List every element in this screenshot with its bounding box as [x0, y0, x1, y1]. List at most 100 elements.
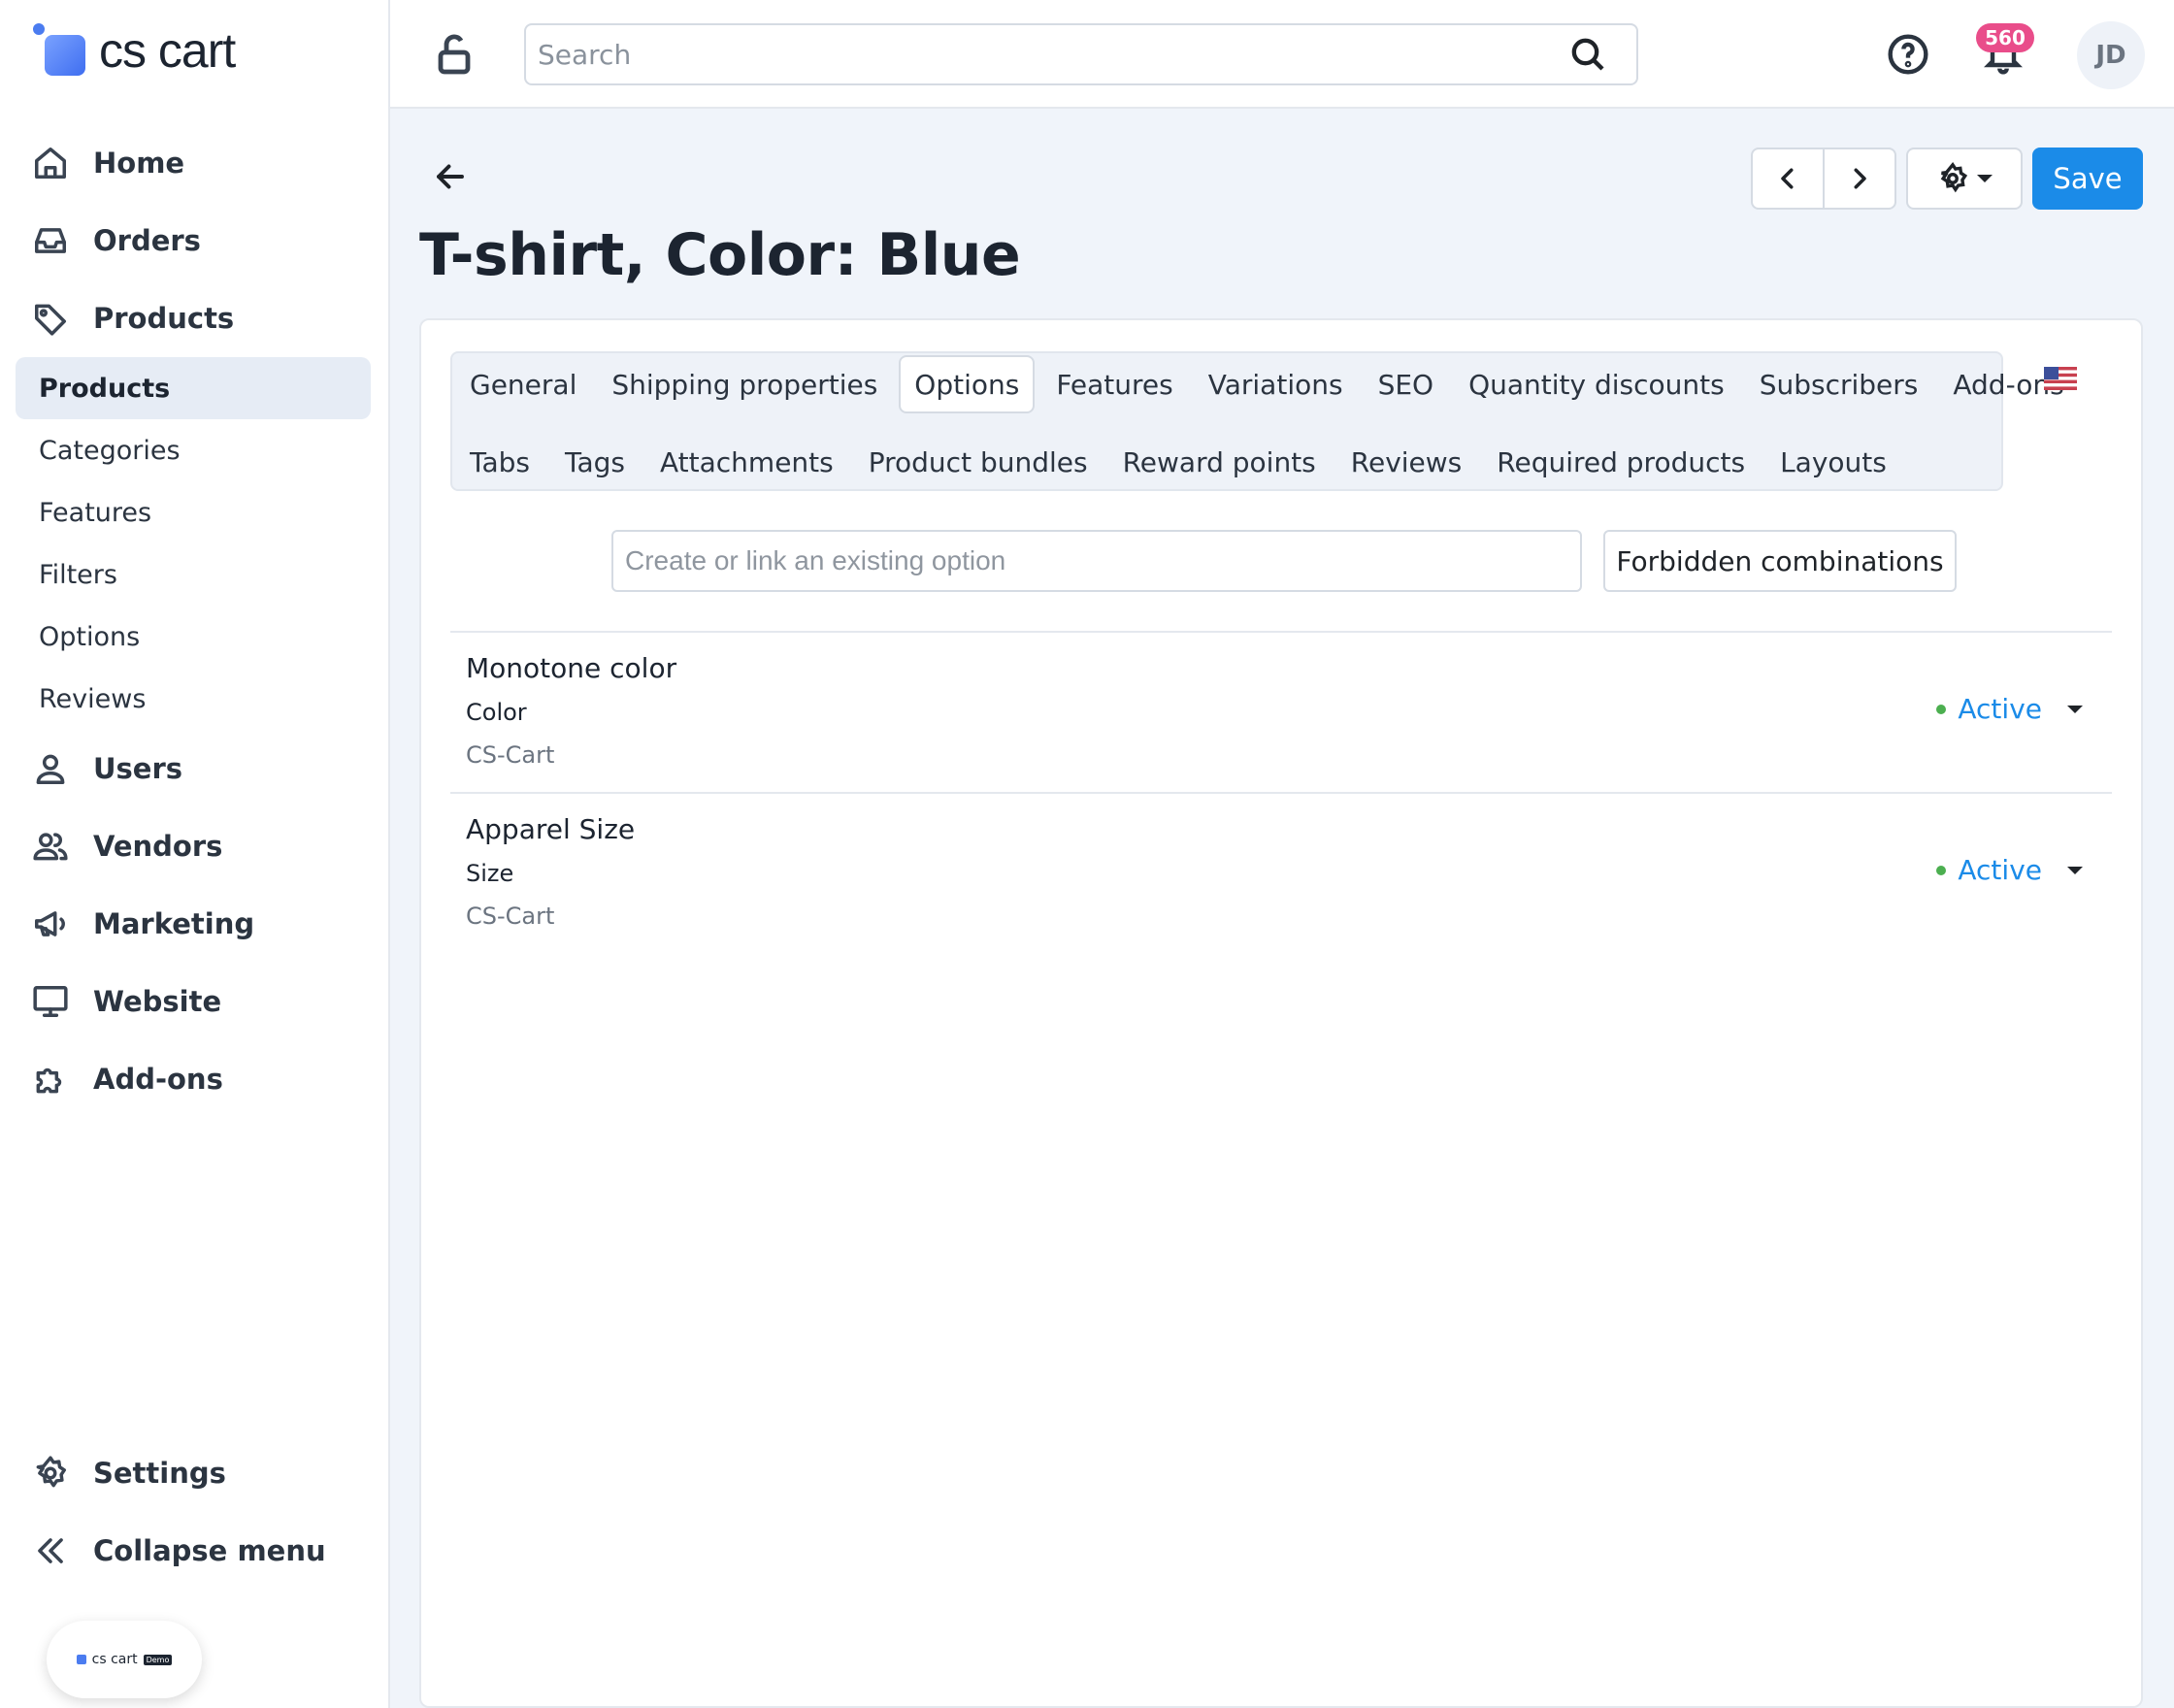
monitor-icon	[31, 982, 70, 1021]
sidebar-subitem-label: Reviews	[39, 683, 147, 714]
option-row[interactable]: Apparel Size Size CS-Cart Active	[450, 792, 2112, 953]
sidebar-item-label: Users	[93, 752, 183, 785]
sidebar-subitem-reviews[interactable]: Reviews	[16, 668, 371, 730]
logo-text: cs cart	[99, 23, 236, 78]
tab-row-2: Tabs Tags Attachments Product bundles Re…	[452, 431, 1904, 493]
sidebar-item-label: Orders	[93, 224, 201, 257]
sidebar-item-vendors[interactable]: Vendors	[0, 807, 388, 885]
tab-tabs[interactable]: Tabs	[452, 433, 547, 491]
tab-general[interactable]: General	[452, 355, 594, 413]
demo-badge: Demo	[143, 1654, 173, 1665]
sidebar-item-label: Website	[93, 985, 222, 1018]
inbox-icon	[31, 221, 70, 260]
sidebar-item-products[interactable]: Products	[0, 279, 388, 357]
tab-variations[interactable]: Variations	[1191, 355, 1361, 413]
product-card: General Shipping properties Options Feat…	[419, 318, 2143, 1708]
tab-features[interactable]: Features	[1038, 355, 1190, 413]
option-internal-name: Size	[466, 860, 514, 887]
option-name[interactable]: Apparel Size	[466, 813, 635, 845]
double-chevron-left-icon	[31, 1531, 70, 1570]
tab-seo[interactable]: SEO	[1361, 355, 1452, 413]
sidebar-item-label: Marketing	[93, 907, 255, 940]
search-input[interactable]	[526, 25, 1497, 83]
notification-count-badge: 560	[1976, 23, 2034, 52]
sidebar-item-label: Add-ons	[93, 1063, 223, 1096]
sidebar-subitem-label: Features	[39, 497, 152, 528]
sidebar-item-home[interactable]: Home	[0, 124, 388, 202]
prev-next-group	[1751, 148, 1896, 210]
tab-options[interactable]: Options	[899, 355, 1036, 413]
help-icon[interactable]	[1887, 33, 1929, 76]
status-dropdown[interactable]: Active	[1936, 693, 2083, 725]
status-dropdown[interactable]: Active	[1936, 854, 2083, 886]
caret-down-icon	[2067, 705, 2083, 713]
search-box	[524, 23, 1638, 85]
forbidden-combinations-button[interactable]: Forbidden combinations	[1603, 530, 1957, 592]
option-name[interactable]: Monotone color	[466, 652, 676, 684]
sidebar-subitem-categories[interactable]: Categories	[16, 419, 371, 481]
back-arrow-icon[interactable]	[433, 159, 468, 194]
home-icon	[31, 144, 70, 182]
tab-shipping-properties[interactable]: Shipping properties	[594, 355, 895, 413]
sidebar-item-label: Vendors	[93, 830, 223, 863]
create-option-input[interactable]	[611, 530, 1582, 592]
status-label: Active	[1958, 854, 2042, 886]
sidebar-item-marketing[interactable]: Marketing	[0, 885, 388, 963]
sidebar-bottom: Settings Collapse menu	[0, 1434, 388, 1590]
next-product-button[interactable]	[1823, 149, 1894, 208]
option-internal-name: Color	[466, 699, 527, 726]
sidebar-subitem-label: Options	[39, 621, 141, 652]
chevron-right-icon	[1854, 168, 1866, 189]
status-dot	[1936, 704, 1947, 714]
tab-reviews[interactable]: Reviews	[1334, 433, 1480, 491]
sidebar-subitem-filters[interactable]: Filters	[16, 543, 371, 606]
sidebar-item-label: Collapse menu	[93, 1534, 326, 1567]
tab-attachments[interactable]: Attachments	[642, 433, 851, 491]
chevron-left-icon	[1781, 168, 1794, 189]
sidebar-nav: Home Orders Products Products Categories…	[0, 124, 388, 1118]
gear-icon	[1940, 162, 1968, 193]
puzzle-icon	[31, 1060, 70, 1099]
sidebar-item-settings[interactable]: Settings	[0, 1434, 388, 1512]
tab-product-bundles[interactable]: Product bundles	[851, 433, 1105, 491]
logo[interactable]: cs cart	[31, 21, 236, 80]
collapse-menu-button[interactable]: Collapse menu	[0, 1512, 388, 1590]
tag-icon	[31, 299, 70, 338]
save-button[interactable]: Save	[2032, 148, 2143, 210]
option-row[interactable]: Monotone color Color CS-Cart Active	[450, 631, 2112, 792]
sidebar: cs cart Home Orders Products Products Ca…	[0, 0, 390, 1708]
sidebar-subitem-label: Categories	[39, 435, 181, 466]
tab-subscribers[interactable]: Subscribers	[1742, 355, 1936, 413]
avatar[interactable]: JD	[2077, 21, 2145, 89]
status-label: Active	[1958, 693, 2042, 725]
tab-layouts[interactable]: Layouts	[1762, 433, 1904, 491]
users-icon	[31, 827, 70, 866]
us-flag-icon[interactable]	[2044, 367, 2077, 390]
sidebar-subitem-label: Filters	[39, 559, 117, 590]
caret-down-icon	[1977, 175, 1993, 182]
sidebar-item-orders[interactable]: Orders	[0, 202, 388, 279]
option-vendor: CS-Cart	[466, 903, 555, 930]
demo-logo-text: cs cart	[91, 1652, 138, 1667]
sidebar-subitem-products[interactable]: Products	[16, 357, 371, 419]
option-vendor: CS-Cart	[466, 741, 555, 769]
tab-reward-points[interactable]: Reward points	[1105, 433, 1334, 491]
previous-product-button[interactable]	[1753, 149, 1823, 208]
sidebar-item-users[interactable]: Users	[0, 730, 388, 807]
megaphone-icon	[31, 904, 70, 943]
logo-mark	[31, 21, 89, 80]
sidebar-item-addons[interactable]: Add-ons	[0, 1040, 388, 1118]
demo-logo-mark	[76, 1655, 86, 1664]
tab-tags[interactable]: Tags	[547, 433, 642, 491]
tab-quantity-discounts[interactable]: Quantity discounts	[1451, 355, 1742, 413]
unlock-icon[interactable]	[431, 31, 478, 78]
search-icon[interactable]	[1568, 35, 1607, 74]
tab-required-products[interactable]: Required products	[1479, 433, 1762, 491]
tab-bar: General Shipping properties Options Feat…	[450, 351, 2064, 493]
settings-dropdown-button[interactable]	[1906, 148, 2023, 210]
sidebar-item-website[interactable]: Website	[0, 963, 388, 1040]
sidebar-subitem-label: Products	[39, 373, 171, 404]
demo-widget[interactable]: cs cart Demo	[47, 1621, 202, 1698]
sidebar-subitem-options[interactable]: Options	[16, 606, 371, 668]
sidebar-subitem-features[interactable]: Features	[16, 481, 371, 543]
